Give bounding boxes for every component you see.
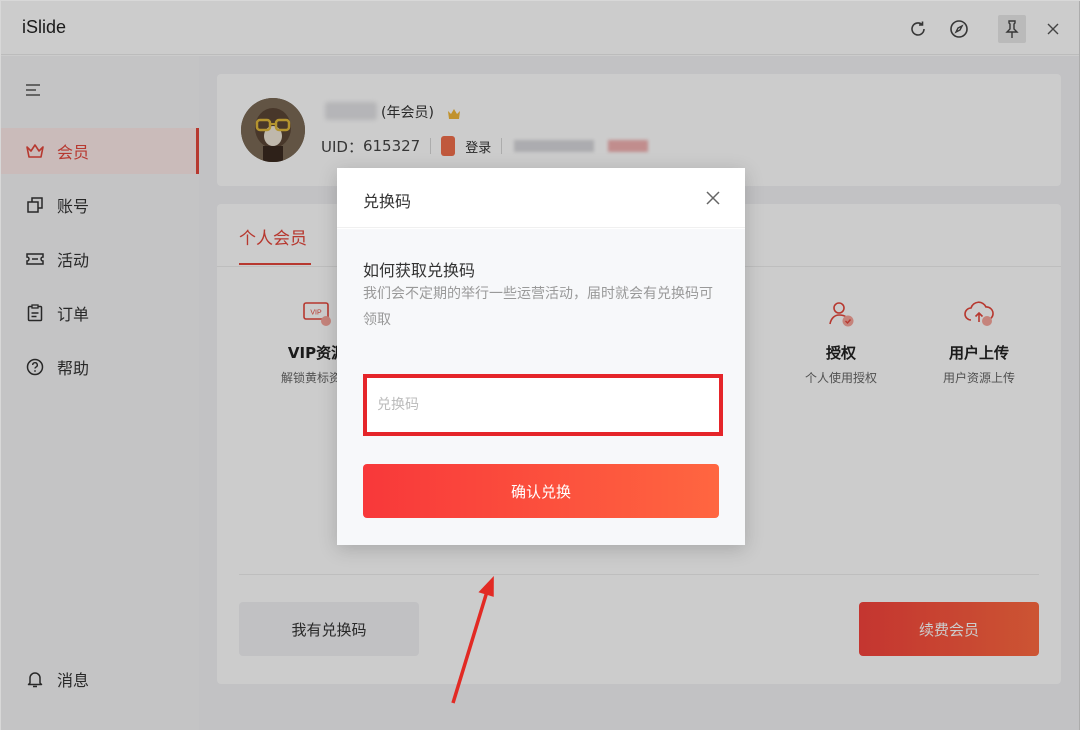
close-icon[interactable] [703, 188, 723, 208]
how-to-get-title: 如何获取兑换码 [363, 261, 476, 280]
dialog-title: 兑换码 [363, 192, 412, 211]
dialog-body: 如何获取兑换码 我们会不定期的举行一些运营活动，届时就会有兑换码可领取 确认兑换 [337, 229, 745, 545]
app-window: iSlide 会员 账号 活动 订单 帮助 消息 (年会员) UID： 6153… [0, 0, 1080, 730]
confirm-redeem-button[interactable]: 确认兑换 [363, 464, 719, 518]
how-to-get-description: 我们会不定期的举行一些运营活动，届时就会有兑换码可领取 [363, 286, 713, 328]
redeem-code-field [363, 374, 723, 436]
redeem-code-dialog: 兑换码 如何获取兑换码 我们会不定期的举行一些运营活动，届时就会有兑换码可领取 … [337, 168, 745, 545]
redeem-code-input[interactable] [367, 378, 719, 432]
annotation-arrow-icon [451, 576, 494, 704]
dialog-header: 兑换码 [337, 168, 745, 228]
